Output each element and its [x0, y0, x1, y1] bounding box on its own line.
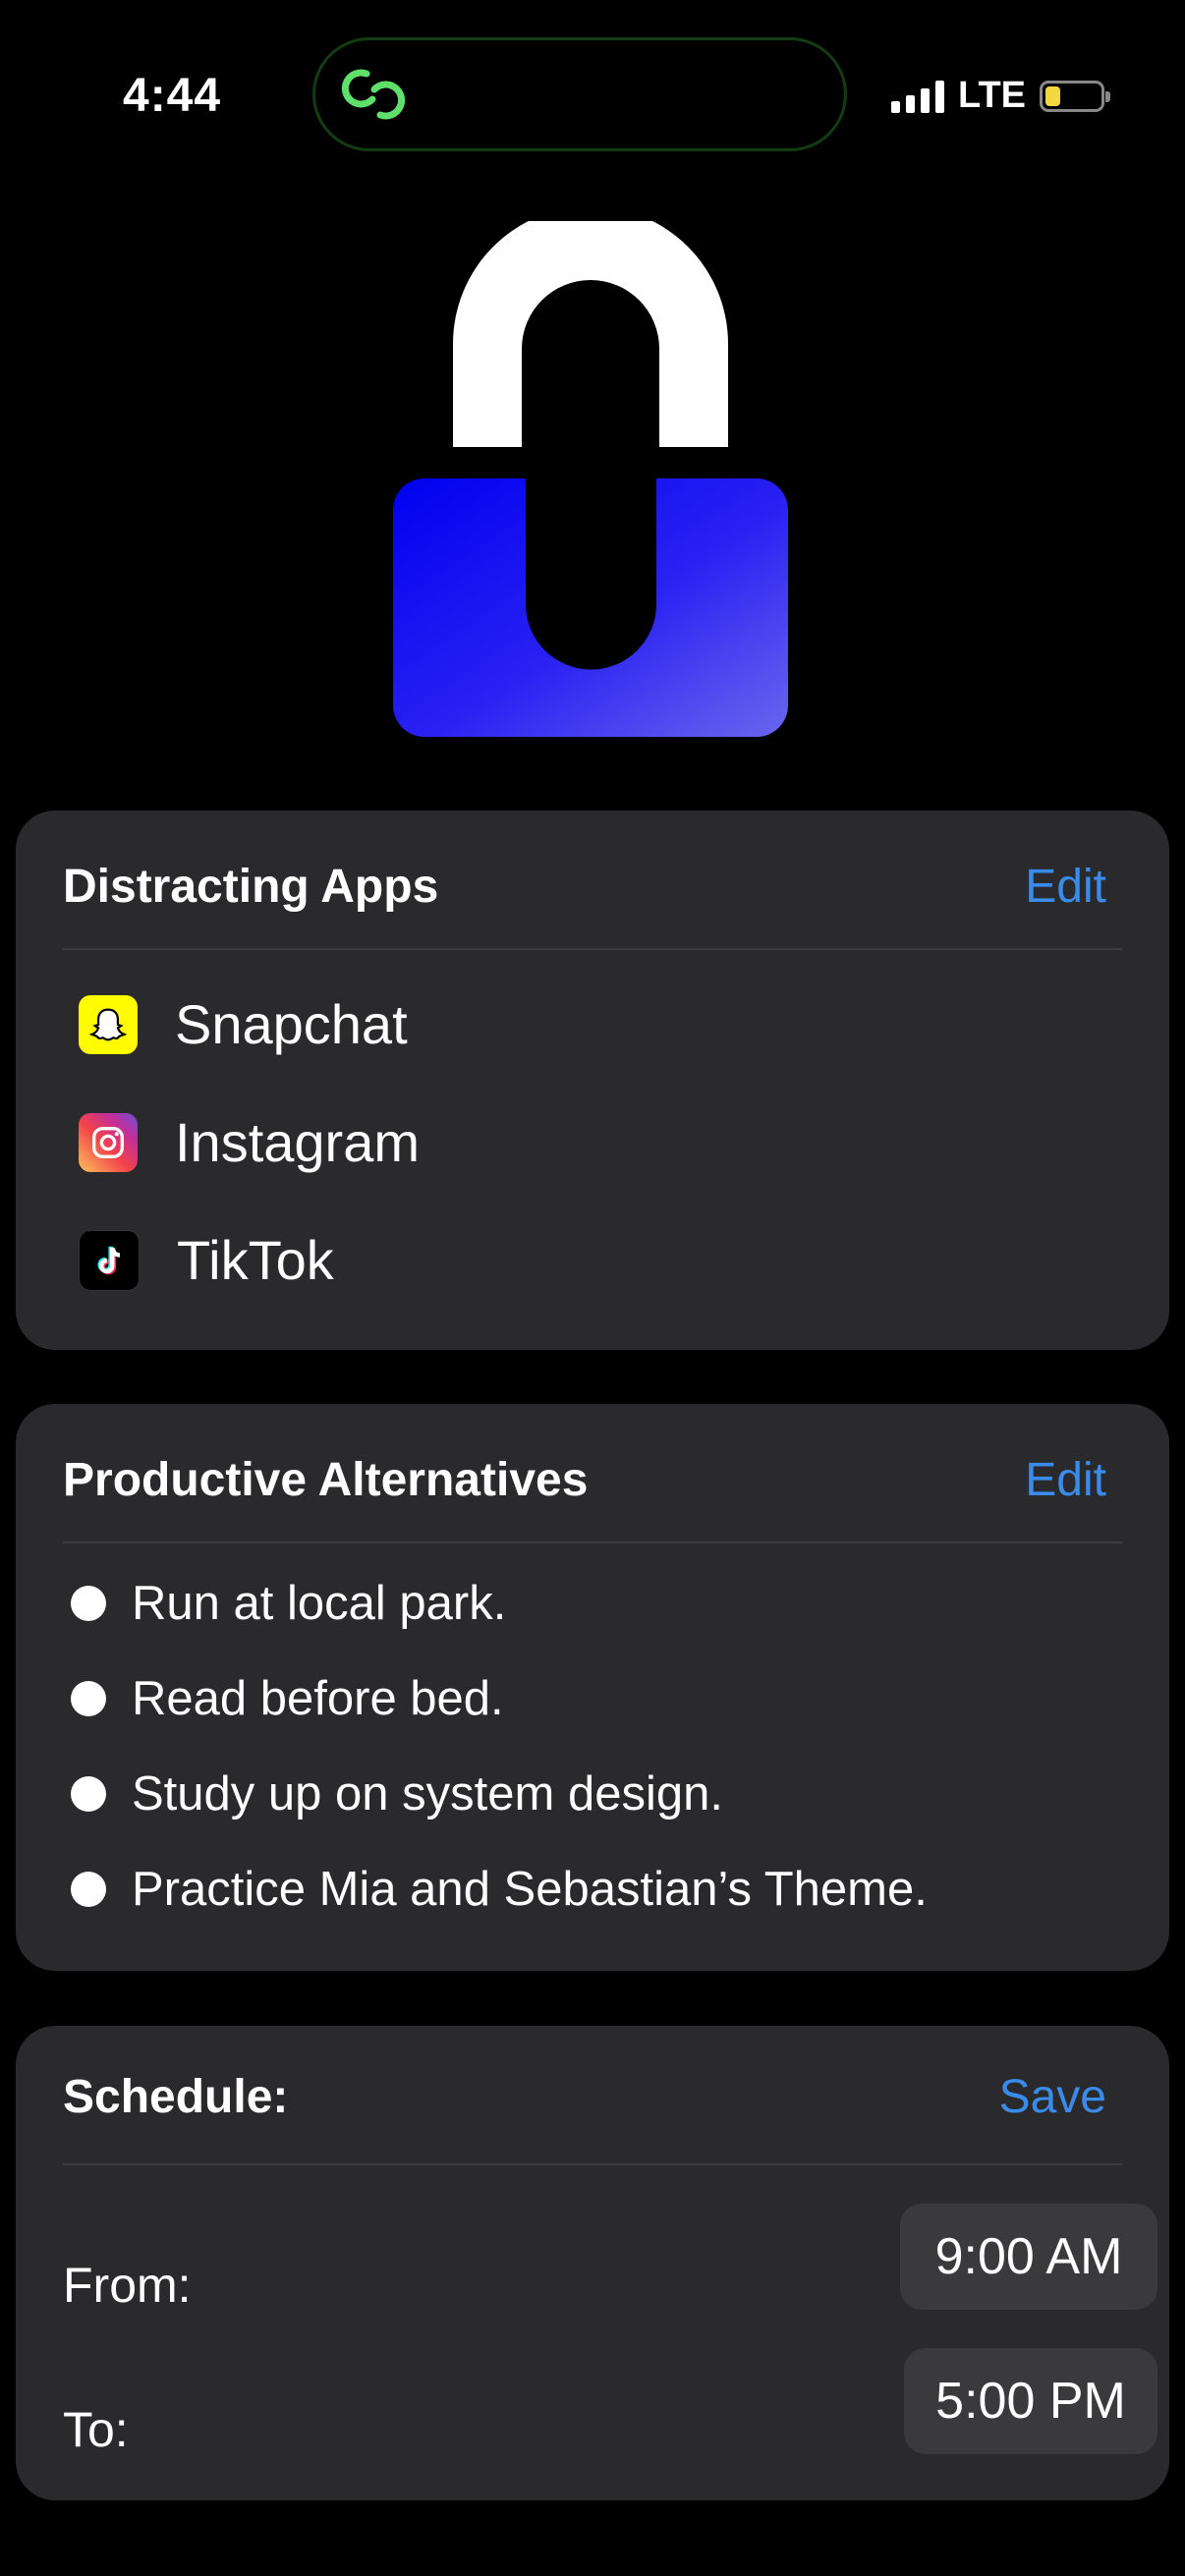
bullet-icon — [71, 1776, 106, 1812]
bullet-icon — [71, 1872, 106, 1907]
list-item-text: Study up on system design. — [132, 1767, 723, 1820]
divider — [63, 1541, 1122, 1543]
list-item: Study up on system design. — [71, 1766, 723, 1821]
instagram-icon — [79, 1112, 138, 1172]
app-name: TikTok — [177, 1229, 334, 1291]
snapchat-icon — [79, 994, 138, 1054]
to-time-picker[interactable]: 5:00 PM — [904, 2348, 1157, 2454]
link-icon — [341, 69, 406, 120]
from-label: From: — [63, 2258, 192, 2313]
dynamic-island[interactable] — [312, 37, 847, 151]
status-time: 4:44 — [123, 70, 222, 122]
distracting-apps-title: Distracting Apps — [63, 861, 439, 913]
productive-alternatives-card: Productive Alternatives Edit Run at loca… — [16, 1404, 1169, 1971]
distracting-edit-button[interactable]: Edit — [1025, 860, 1106, 914]
app-row-snapchat[interactable]: Snapchat — [79, 992, 408, 1056]
list-item: Run at local park. — [71, 1576, 506, 1631]
list-item-text: Read before bed. — [132, 1672, 504, 1725]
signal-icon — [891, 80, 945, 113]
to-label: To: — [63, 2402, 129, 2457]
battery-icon — [1040, 80, 1110, 112]
list-item: Practice Mia and Sebastian’s Theme. — [71, 1862, 928, 1917]
tiktok-icon — [79, 1229, 140, 1291]
divider — [63, 2163, 1122, 2165]
divider — [63, 948, 1122, 950]
alternatives-edit-button[interactable]: Edit — [1025, 1453, 1106, 1507]
lock-icon — [393, 221, 788, 737]
list-item-text: Run at local park. — [132, 1577, 507, 1630]
list-item: Read before bed. — [71, 1671, 504, 1726]
bullet-icon — [71, 1681, 106, 1716]
app-row-tiktok[interactable]: TikTok — [79, 1228, 334, 1292]
network-type: LTE — [958, 75, 1026, 116]
app-name: Instagram — [175, 1111, 420, 1173]
alternatives-title: Productive Alternatives — [63, 1454, 589, 1506]
distracting-apps-card: Distracting Apps Edit Snapchat Instagram — [16, 811, 1169, 1350]
from-time-picker[interactable]: 9:00 AM — [900, 2204, 1157, 2310]
schedule-save-button[interactable]: Save — [999, 2070, 1106, 2124]
app-row-instagram[interactable]: Instagram — [79, 1110, 420, 1174]
schedule-title: Schedule: — [63, 2071, 289, 2123]
schedule-card: Schedule: Save From: 9:00 AM To: 5:00 PM — [16, 2026, 1169, 2500]
list-item-text: Practice Mia and Sebastian’s Theme. — [132, 1863, 928, 1916]
bullet-icon — [71, 1586, 106, 1621]
app-name: Snapchat — [175, 993, 408, 1055]
